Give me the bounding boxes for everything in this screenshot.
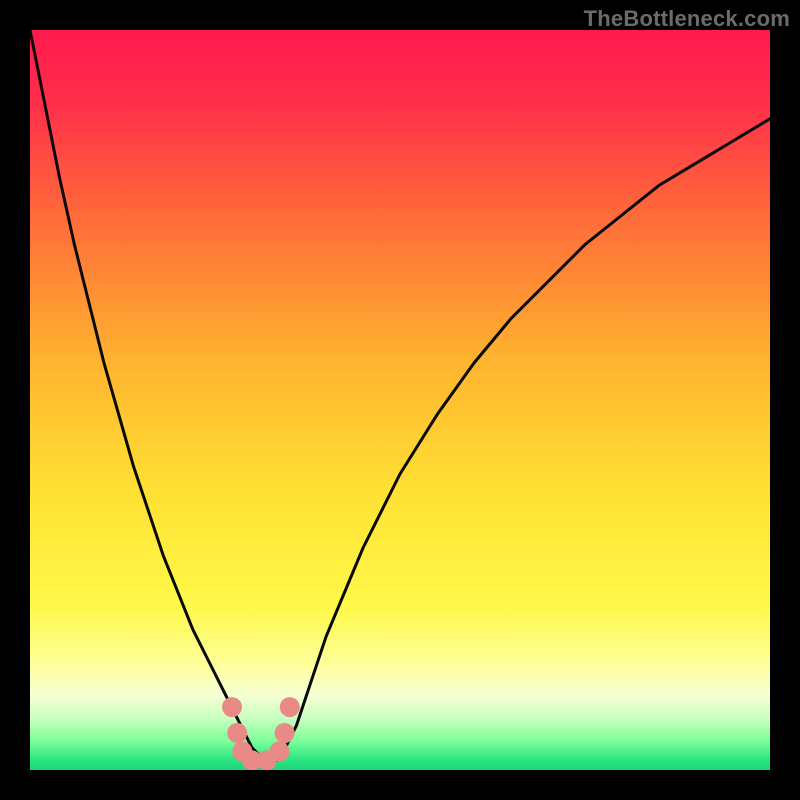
chart-frame: TheBottleneck.com: [0, 0, 800, 800]
marker-right-top: [280, 697, 300, 717]
watermark-text: TheBottleneck.com: [584, 6, 790, 32]
curve-layer: [30, 30, 770, 770]
trough-markers: [222, 697, 300, 770]
marker-left-top: [222, 697, 242, 717]
bottleneck-curve: [30, 30, 770, 763]
marker-left-mid: [227, 723, 247, 743]
plot-area: [30, 30, 770, 770]
marker-right-bottom: [269, 742, 289, 762]
marker-right-mid: [275, 723, 295, 743]
